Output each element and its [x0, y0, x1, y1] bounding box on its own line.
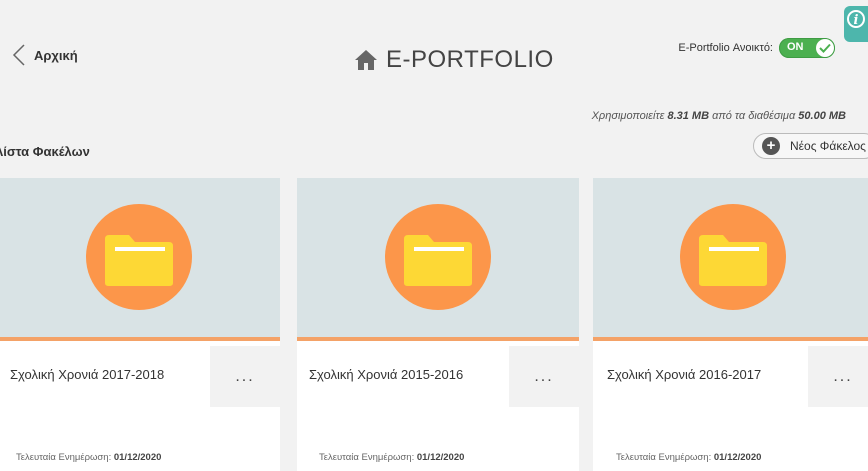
folder-updated: Τελευταία Ενημέρωση: 01/12/2020: [616, 452, 762, 463]
page-title-text: E-PORTFOLIO: [386, 46, 554, 73]
toggle-label: E-Portfolio Ανοικτό:: [678, 42, 773, 54]
new-folder-button[interactable]: + Νέος Φάκελος: [753, 133, 868, 159]
toggle-state: ON: [787, 41, 804, 53]
back-label: Αρχική: [34, 47, 78, 63]
folder-card[interactable]: Σχολική Χρονιά 2015-2016 ... Τελευταία Ε…: [297, 178, 579, 471]
folder-updated: Τελευταία Ενημέρωση: 01/12/2020: [319, 452, 465, 463]
portfolio-open-toggle-group: E-Portfolio Ανοικτό: ON: [678, 38, 835, 58]
folder-banner: [0, 178, 280, 341]
folder-menu-button[interactable]: ...: [509, 346, 579, 407]
folder-card[interactable]: Σχολική Χρονιά 2017-2018 ... Τελευταία Ε…: [0, 178, 280, 471]
folder-banner: [593, 178, 868, 341]
folder-menu-button[interactable]: ...: [808, 346, 868, 407]
top-bar: Αρχική E-PORTFOLIO E-Portfolio Ανοικτό: …: [0, 0, 868, 100]
folder-name[interactable]: Σχολική Χρονιά 2017-2018: [10, 367, 164, 382]
section-title: λίστα Φακέλων: [0, 144, 90, 159]
folder-icon: [105, 235, 173, 286]
back-button[interactable]: Αρχική: [10, 42, 78, 68]
chevron-left-icon: [12, 44, 25, 66]
info-icon: i: [847, 10, 865, 28]
folder-banner: [297, 178, 579, 341]
storage-total: 50.00 MB: [798, 110, 846, 122]
storage-usage: Χρησιμοποιείτε 8.31 MB από τα διαθέσιμα …: [591, 110, 846, 122]
new-folder-label: Νέος Φάκελος: [790, 139, 866, 153]
folder-icon: [404, 235, 472, 286]
folder-icon: [699, 235, 767, 286]
page-title: E-PORTFOLIO: [354, 46, 554, 74]
folder-card[interactable]: Σχολική Χρονιά 2016-2017 ... Τελευταία Ε…: [593, 178, 868, 471]
portfolio-open-toggle[interactable]: ON: [779, 38, 835, 58]
toggle-knob: [816, 39, 834, 57]
folder-updated: Τελευταία Ενημέρωση: 01/12/2020: [16, 452, 162, 463]
folder-name[interactable]: Σχολική Χρονιά 2016-2017: [607, 367, 761, 382]
more-icon: ...: [534, 367, 554, 385]
storage-used: 8.31 MB: [667, 110, 710, 122]
plus-icon: +: [762, 137, 780, 155]
home-icon: [355, 50, 377, 70]
check-icon: [819, 43, 831, 53]
folder-name[interactable]: Σχολική Χρονιά 2015-2016: [309, 367, 463, 382]
more-icon: ...: [833, 367, 853, 385]
more-icon: ...: [235, 367, 255, 385]
folder-menu-button[interactable]: ...: [210, 346, 280, 407]
info-button[interactable]: i: [844, 6, 868, 42]
